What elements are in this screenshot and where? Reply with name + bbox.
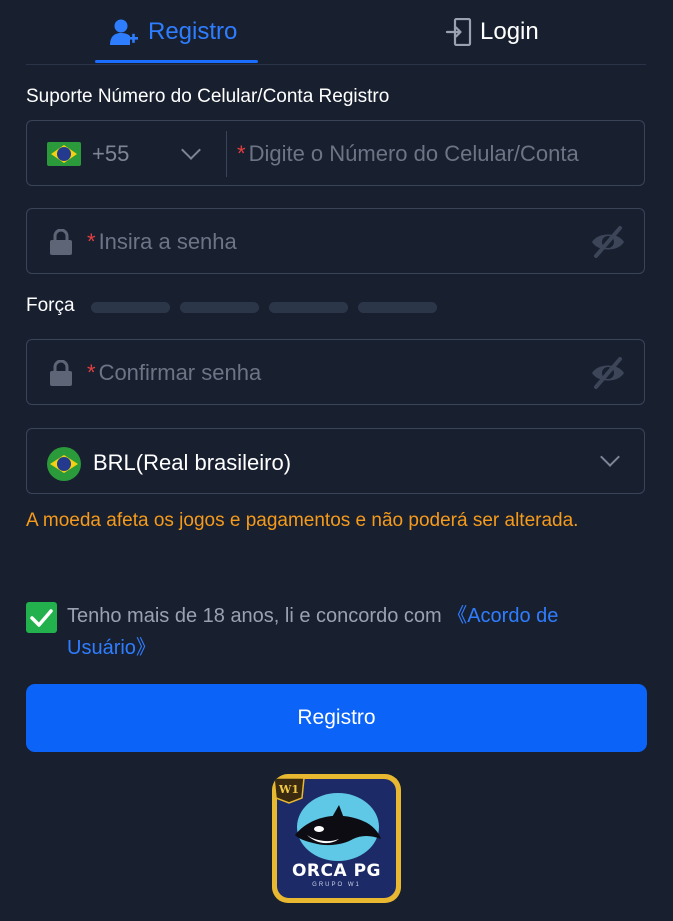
strength-bar [180, 302, 259, 313]
confirm-placeholder: Confirmar senha [98, 360, 262, 385]
brazil-flag-icon [47, 447, 81, 481]
tab-register[interactable]: Registro [110, 0, 237, 64]
orca-pg-logo: ORCA PG GRUPO W1 W1 [272, 774, 401, 903]
strength-bar [269, 302, 348, 313]
phone-input[interactable]: * Digite o Número do Celular/Conta [237, 141, 579, 167]
phone-placeholder: Digite o Número do Celular/Conta [248, 141, 579, 166]
tab-login[interactable]: Login [446, 0, 539, 64]
strength-bar [91, 302, 170, 313]
login-door-icon [446, 18, 472, 46]
currency-warning: A moeda afeta os jogos e pagamentos e nã… [26, 510, 579, 531]
agreement-label: Tenho mais de 18 anos, li e concordo com [67, 605, 448, 627]
password-placeholder: Insira a senha [98, 229, 237, 254]
agreement-text: Tenho mais de 18 anos, li e concordo com… [67, 600, 627, 664]
badge-text: W1 [278, 783, 299, 796]
phone-field: +55 * Digite o Número do Celular/Conta [26, 120, 645, 186]
required-marker: * [87, 229, 96, 254]
confirm-password-input[interactable]: * Confirmar senha [87, 360, 261, 386]
logo-subtitle: GRUPO W1 [312, 882, 361, 888]
confirm-password-field: * Confirmar senha [26, 339, 645, 405]
required-marker: * [87, 360, 96, 385]
tab-register-label: Registro [148, 18, 238, 45]
w1-badge-icon: W1 [273, 777, 305, 804]
currency-select[interactable]: BRL(Real brasileiro) [26, 428, 645, 494]
brazil-flag-icon[interactable] [47, 142, 81, 166]
chevron-down-icon [600, 447, 620, 467]
add-user-icon [110, 19, 138, 45]
lock-icon [50, 229, 72, 255]
chevron-down-icon[interactable] [181, 140, 201, 160]
orca-icon [295, 805, 381, 846]
lock-icon [50, 360, 72, 386]
tab-login-label: Login [480, 18, 539, 45]
currency-value: BRL(Real brasileiro) [93, 450, 292, 475]
strength-bar [358, 302, 437, 313]
eye-off-icon[interactable] [590, 225, 626, 259]
logo-name: ORCA PG [291, 861, 381, 881]
country-code[interactable]: +55 [92, 141, 129, 167]
auth-tabs: Registro Login [26, 0, 646, 65]
active-tab-indicator [95, 60, 258, 63]
password-field: * Insira a senha [26, 208, 645, 274]
eye-off-icon[interactable] [590, 356, 626, 390]
checkmark-icon [30, 609, 53, 627]
register-button[interactable]: Registro [26, 684, 647, 752]
divider [226, 131, 227, 177]
phone-section-label: Suporte Número do Celular/Conta Registro [26, 86, 390, 107]
agreement-checkbox[interactable] [26, 602, 57, 633]
strength-label: Força [26, 295, 75, 316]
required-marker: * [237, 141, 246, 166]
password-input[interactable]: * Insira a senha [87, 229, 237, 255]
